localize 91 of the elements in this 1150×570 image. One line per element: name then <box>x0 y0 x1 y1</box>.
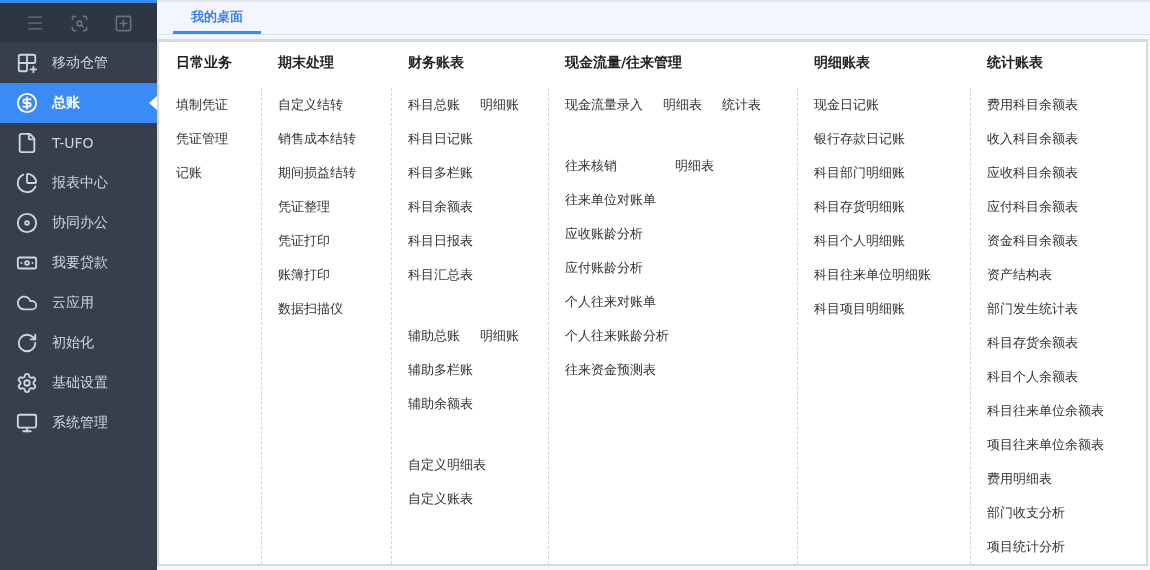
menu-link[interactable]: 记账 <box>176 164 202 182</box>
menu-link[interactable]: 数据扫描仪 <box>278 300 343 318</box>
sidebar-item[interactable]: 我要贷款 <box>0 243 157 283</box>
menu-link[interactable]: 往来核销 <box>565 157 617 175</box>
menu-link[interactable]: 科目余额表 <box>408 198 473 216</box>
sidebar-item[interactable]: 系统管理 <box>0 403 157 443</box>
sidebar-item[interactable]: 协同办公 <box>0 203 157 243</box>
pie-chart-icon <box>16 172 38 194</box>
menu-link[interactable]: 应付账龄分析 <box>565 259 643 277</box>
menu-link[interactable]: 自定义明细表 <box>408 456 486 474</box>
sidebar-item-label: 我要贷款 <box>52 254 108 272</box>
menu-link[interactable]: 个人往来对账单 <box>565 293 656 311</box>
menu-link[interactable]: 项目往来单位余额表 <box>987 436 1104 454</box>
tab[interactable]: 我的桌面 <box>173 8 261 34</box>
column-title: 统计账表 <box>987 54 1044 72</box>
sidebar-item-label: 移动仓管 <box>52 54 108 72</box>
column-title: 财务账表 <box>408 54 465 72</box>
menu-link[interactable]: 应付科目余额表 <box>987 198 1078 216</box>
menu-link[interactable]: 统计表 <box>722 96 761 114</box>
sidebar-item-label: 云应用 <box>52 294 94 312</box>
menu-link[interactable]: 银行存款日记账 <box>814 130 905 148</box>
sidebar-item-label: 协同办公 <box>52 214 108 232</box>
sidebar-item[interactable]: 初始化 <box>0 323 157 363</box>
sidebar-item-label: 初始化 <box>52 334 94 352</box>
menu-link[interactable]: 部门发生统计表 <box>987 300 1078 318</box>
sidebar-item-label: 基础设置 <box>52 374 108 392</box>
menu-link[interactable]: 科目往来单位明细账 <box>814 266 931 284</box>
menu-link[interactable]: 科目存货余额表 <box>987 334 1078 352</box>
menu-link[interactable]: 期间损益结转 <box>278 164 356 182</box>
menu-link[interactable]: 自定义账表 <box>408 490 473 508</box>
menu-link[interactable]: 辅助多栏账 <box>408 361 473 379</box>
menu-link[interactable]: 项目统计分析 <box>987 538 1065 556</box>
menu-link[interactable]: 科目汇总表 <box>408 266 473 284</box>
column-title: 明细账表 <box>814 54 871 72</box>
sidebar-item[interactable]: 报表中心 <box>0 163 157 203</box>
menu-link[interactable]: 现金流量录入 <box>565 96 643 114</box>
column-title: 现金流量/往来管理 <box>565 54 684 72</box>
menu-link[interactable]: 科目日报表 <box>408 232 473 250</box>
grid-plus-icon <box>16 52 38 74</box>
menu-link[interactable]: 明细账 <box>480 96 519 114</box>
menu-link[interactable]: 明细表 <box>663 96 702 114</box>
sidebar-item[interactable]: T-UFO <box>0 123 157 163</box>
menu-link[interactable]: 科目总账 <box>408 96 460 114</box>
menu-link[interactable]: 费用明细表 <box>987 470 1052 488</box>
menu-link[interactable]: 收入科目余额表 <box>987 130 1078 148</box>
disc-icon <box>16 212 38 234</box>
menu-link[interactable]: 往来单位对账单 <box>565 191 656 209</box>
menu-link[interactable]: 辅助总账 <box>408 327 460 345</box>
menu-link[interactable]: 科目日记账 <box>408 130 473 148</box>
sidebar-item-label: T-UFO <box>52 135 94 151</box>
menu-link[interactable]: 现金日记账 <box>814 96 879 114</box>
menu-link[interactable]: 应收账龄分析 <box>565 225 643 243</box>
menu-link[interactable]: 凭证管理 <box>176 130 228 148</box>
menu-link[interactable]: 应收科目余额表 <box>987 164 1078 182</box>
menu-link[interactable]: 科目往来单位余额表 <box>987 402 1104 420</box>
column-title: 期末处理 <box>278 54 335 72</box>
sidebar-item-label: 系统管理 <box>52 414 108 432</box>
menu-link[interactable]: 科目部门明细账 <box>814 164 905 182</box>
file-icon <box>16 132 38 154</box>
add-icon[interactable] <box>113 13 133 33</box>
menu-link[interactable]: 资金科目余额表 <box>987 232 1078 250</box>
menu-link[interactable]: 科目项目明细账 <box>814 300 905 318</box>
sidebar-item[interactable]: 云应用 <box>0 283 157 323</box>
menu-link[interactable]: 明细表 <box>675 157 714 175</box>
menu-link[interactable]: 凭证打印 <box>278 232 330 250</box>
menu-link[interactable]: 自定义结转 <box>278 96 343 114</box>
settings-icon <box>16 372 38 394</box>
menu-link[interactable]: 凭证整理 <box>278 198 330 216</box>
menu-link[interactable]: 科目个人明细账 <box>814 232 905 250</box>
column-title: 日常业务 <box>176 54 233 72</box>
menu-link[interactable]: 填制凭证 <box>176 96 228 114</box>
menu-link[interactable]: 往来资金预测表 <box>565 361 656 379</box>
sidebar-item[interactable]: 移动仓管 <box>0 43 157 83</box>
refresh-icon <box>16 332 38 354</box>
menu-link[interactable]: 个人往来账龄分析 <box>565 327 669 345</box>
search-icon[interactable] <box>69 13 89 33</box>
monitor-icon <box>16 412 38 434</box>
menu-link[interactable]: 辅助余额表 <box>408 395 473 413</box>
menu-link[interactable]: 销售成本结转 <box>278 130 356 148</box>
sidebar-item-label: 总账 <box>52 94 80 112</box>
menu-link[interactable]: 科目多栏账 <box>408 164 473 182</box>
menu-link[interactable]: 明细账 <box>480 327 519 345</box>
sidebar-item-label: 报表中心 <box>52 174 108 192</box>
dollar-icon <box>16 92 38 114</box>
menu-link[interactable]: 账簿打印 <box>278 266 330 284</box>
sidebar-item[interactable]: 基础设置 <box>0 363 157 403</box>
menu-link[interactable]: 科目存货明细账 <box>814 198 905 216</box>
menu-link[interactable]: 部门收支分析 <box>987 504 1065 522</box>
menu-link[interactable]: 资产结构表 <box>987 266 1052 284</box>
menu-link[interactable]: 科目个人余额表 <box>987 368 1078 386</box>
menu-link[interactable]: 费用科目余额表 <box>987 96 1078 114</box>
